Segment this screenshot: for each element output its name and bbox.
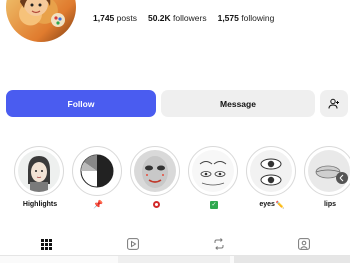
highlight-label: 📌	[72, 200, 124, 209]
post-thumbnail[interactable]	[234, 256, 350, 263]
grid-icon	[40, 238, 52, 250]
highlight-label-text: eyes	[259, 201, 275, 208]
posts-grid-preview	[0, 256, 350, 263]
highlight-thumbnail	[18, 150, 60, 192]
pencil-icon: ✏️	[275, 201, 285, 209]
highlight-ring	[188, 146, 238, 196]
tab-tagged[interactable]	[284, 232, 324, 256]
highlight-label: lips	[323, 201, 337, 208]
profile-stats: 1,745 posts 50.2K followers 1,575 follow…	[93, 13, 274, 23]
stat-following[interactable]: 1,575 following	[218, 13, 275, 23]
tagged-icon	[298, 238, 310, 250]
highlight-label: eyes ✏️	[246, 200, 298, 209]
stat-followers[interactable]: 50.2K followers	[148, 13, 207, 23]
highlight-ring	[246, 146, 296, 196]
stat-following-value: 1,575	[217, 13, 239, 23]
green-check-icon: ✓	[210, 200, 218, 209]
stat-posts[interactable]: 1,745 posts	[93, 13, 137, 23]
highlight-thumbnail	[76, 150, 118, 192]
stat-following-label: following	[241, 13, 275, 23]
highlight-ring	[304, 146, 350, 196]
highlight-ring	[72, 146, 122, 196]
highlight-ring	[14, 146, 64, 196]
avatar-illustration	[20, 0, 65, 27]
stat-posts-value: 1,745	[93, 13, 115, 23]
tab-reposts[interactable]	[199, 232, 239, 256]
highlight-item[interactable]: eyes ✏️	[246, 146, 298, 209]
tab-reels[interactable]	[113, 232, 153, 256]
highlight-item[interactable]	[130, 146, 182, 209]
highlight-thumbnail	[134, 150, 176, 192]
highlight-item[interactable]: ✓	[188, 146, 240, 209]
stat-posts-label: posts	[116, 13, 137, 23]
red-circle-icon	[152, 201, 160, 208]
highlight-thumbnail	[308, 150, 350, 192]
pushpin-icon: 📌	[93, 200, 103, 209]
stat-followers-label: followers	[173, 13, 207, 23]
highlight-thumbnail	[250, 150, 292, 192]
add-user-icon	[328, 98, 339, 109]
story-highlights: Highlights 📌 ✓ eyes ✏️ lips	[14, 146, 350, 214]
highlight-item[interactable]: 📌	[72, 146, 124, 209]
highlight-item[interactable]: Highlights	[14, 146, 66, 209]
follow-button[interactable]: Follow	[6, 90, 156, 117]
highlight-ring	[130, 146, 180, 196]
repost-icon	[214, 238, 224, 250]
tab-posts-grid[interactable]	[26, 232, 66, 256]
highlight-label: Highlights	[22, 201, 58, 208]
highlight-label: ✓	[188, 200, 240, 209]
highlight-item[interactable]: lips	[304, 146, 350, 209]
reels-icon	[127, 238, 139, 250]
highlight-thumbnail	[192, 150, 234, 192]
profile-tabs	[0, 232, 350, 256]
profile-avatar[interactable]	[6, 0, 76, 42]
highlight-label	[130, 200, 182, 209]
stat-followers-value: 50.2K	[147, 13, 171, 23]
suggest-users-button[interactable]	[320, 90, 348, 117]
message-button[interactable]: Message	[161, 90, 315, 117]
post-thumbnail[interactable]	[118, 256, 230, 263]
